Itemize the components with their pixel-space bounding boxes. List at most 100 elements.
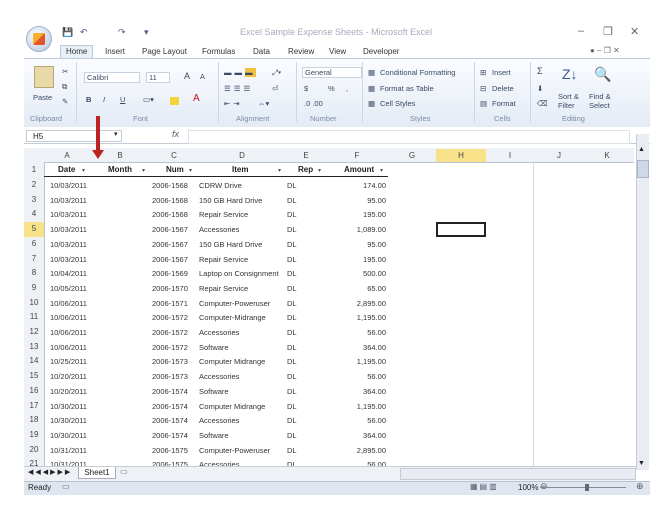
fill-icon[interactable]: ⬇ [537, 84, 543, 93]
font-name-select[interactable]: Calibri [84, 72, 140, 83]
cell-rep[interactable]: DL [287, 313, 297, 322]
cell-amount[interactable]: 364.00 [363, 431, 386, 440]
insert-function-button[interactable]: fx [172, 129, 179, 139]
row-header-18[interactable]: 18 [24, 413, 44, 428]
cell-amount[interactable]: 364.00 [363, 387, 386, 396]
cell-num[interactable]: 2006-1573 [152, 372, 188, 381]
cell-num[interactable]: 2006-1572 [152, 313, 188, 322]
cell-item[interactable]: Software [199, 343, 229, 352]
number-format-select[interactable]: General [302, 67, 362, 78]
cell-date[interactable]: 10/20/2011 [50, 387, 87, 396]
delete-cells-button[interactable]: Delete [492, 84, 514, 93]
row-header-5[interactable]: 5 [24, 222, 44, 237]
cell-rep[interactable]: DL [287, 446, 297, 455]
column-header-j[interactable]: J [534, 149, 584, 162]
cell-rep[interactable]: DL [287, 196, 297, 205]
cell-item[interactable]: Accessories [199, 328, 239, 337]
borders-icon[interactable]: ▭▾ [143, 95, 154, 104]
delete-cells-icon[interactable]: ⊟ [480, 84, 486, 93]
help-icon[interactable]: ● – ❐ ✕ [590, 46, 620, 55]
cell-amount[interactable]: 1,089.00 [357, 225, 386, 234]
cell-amount[interactable]: 56.00 [367, 372, 386, 381]
cell-rep[interactable]: DL [287, 357, 297, 366]
cell-num[interactable]: 2006-1567 [152, 240, 188, 249]
cell-amount[interactable]: 195.00 [363, 210, 386, 219]
tab-view[interactable]: View [324, 46, 351, 58]
row-header-13[interactable]: 13 [24, 339, 44, 355]
sort-filter-icon[interactable]: Z↓ [562, 66, 578, 82]
cell-item[interactable]: 150 GB Hard Drive [199, 240, 262, 249]
cell-item[interactable]: Software [199, 431, 229, 440]
cell-rep[interactable]: DL [287, 284, 297, 293]
cell-rep[interactable]: DL [287, 299, 297, 308]
cell-num[interactable]: 2006-1573 [152, 357, 188, 366]
column-header-k[interactable]: K [584, 149, 630, 162]
merge-center-icon[interactable]: ⇔▾ [258, 99, 269, 108]
filter-month-icon[interactable]: ▾ [142, 167, 145, 174]
column-header-d[interactable]: D [198, 149, 286, 162]
cell-amount[interactable]: 56.00 [367, 328, 386, 337]
zoom-level[interactable]: 100% [518, 483, 538, 492]
cell-item[interactable]: Repair Service [199, 284, 248, 293]
vertical-scrollbar[interactable] [636, 134, 649, 470]
tab-formulas[interactable]: Formulas [197, 46, 240, 58]
save-icon[interactable]: 💾 [62, 27, 73, 38]
cell-rep[interactable]: DL [287, 431, 297, 440]
macro-record-icon[interactable]: ▭ [62, 482, 70, 491]
cell-rep[interactable]: DL [287, 416, 297, 425]
paste-button[interactable]: Paste [33, 93, 52, 102]
office-button[interactable] [26, 26, 52, 52]
cell-item[interactable]: Accessories [199, 225, 239, 234]
cell-date[interactable]: 10/06/2011 [50, 343, 87, 352]
format-as-table-icon[interactable]: ▦ [368, 84, 375, 93]
cell-rep[interactable]: DL [287, 210, 297, 219]
cell-item[interactable]: CDRW Drive [199, 181, 242, 190]
autosum-icon[interactable]: Σ [537, 66, 543, 76]
cell-date[interactable]: 10/30/2011 [50, 402, 87, 411]
tab-insert[interactable]: Insert [100, 46, 130, 58]
cell-num[interactable]: 2006-1567 [152, 255, 188, 264]
row-header-11[interactable]: 11 [24, 310, 44, 325]
insert-cells-icon[interactable]: ⊞ [480, 68, 486, 77]
cell-item[interactable]: 150 GB Hard Drive [199, 196, 262, 205]
row-header-1[interactable]: 1 [24, 163, 44, 177]
zoom-slider[interactable] [540, 487, 626, 488]
cell-date[interactable]: 10/06/2011 [50, 313, 87, 322]
filter-item-icon[interactable]: ▾ [278, 167, 281, 174]
tab-home[interactable]: Home [60, 45, 94, 58]
cell-item[interactable]: Computer Midrange [199, 357, 265, 366]
cell-item[interactable]: Repair Service [199, 210, 248, 219]
cell-date[interactable]: 10/25/2011 [50, 357, 87, 366]
cell-date[interactable]: 10/06/2011 [50, 299, 87, 308]
tab-review[interactable]: Review [283, 46, 319, 58]
cell-date[interactable]: 10/03/2011 [50, 240, 87, 249]
cell-num[interactable]: 2006-1575 [152, 446, 188, 455]
minimize-button[interactable]: – [578, 25, 584, 37]
column-header-a[interactable]: A [44, 149, 90, 162]
tab-developer[interactable]: Developer [358, 46, 404, 58]
cell-amount[interactable]: 500.00 [363, 269, 386, 278]
cell-num[interactable]: 2006-1567 [152, 225, 188, 234]
horizontal-align-icons[interactable]: ☰☰☰ [224, 84, 253, 93]
cell-rep[interactable]: DL [287, 269, 297, 278]
cell-amount[interactable]: 95.00 [367, 240, 386, 249]
cell-item[interactable]: Computer Midrange [199, 402, 265, 411]
font-color-icon[interactable]: A [193, 93, 200, 104]
cell-item[interactable]: Accessories [199, 372, 239, 381]
format-cells-icon[interactable]: ▤ [480, 99, 487, 108]
cell-rep[interactable]: DL [287, 343, 297, 352]
currency-button[interactable]: $ [304, 84, 308, 93]
filter-num-icon[interactable]: ▾ [189, 167, 192, 174]
cell-num[interactable]: 2006-1572 [152, 343, 188, 352]
cell-date[interactable]: 10/03/2011 [50, 225, 87, 234]
cell-item[interactable]: Laptop on Consignment [199, 269, 279, 278]
customize-quick-access-icon[interactable]: ▾ [144, 27, 149, 38]
insert-cells-button[interactable]: Insert [492, 68, 511, 77]
row-header-20[interactable]: 20 [24, 442, 44, 458]
row-header-19[interactable]: 19 [24, 427, 44, 443]
sort-filter-button[interactable]: Sort & Filter [558, 92, 579, 110]
paste-icon[interactable] [34, 66, 54, 88]
cell-amount[interactable]: 56.00 [367, 416, 386, 425]
cell-num[interactable]: 2006-1574 [152, 402, 188, 411]
row-header-15[interactable]: 15 [24, 369, 44, 384]
